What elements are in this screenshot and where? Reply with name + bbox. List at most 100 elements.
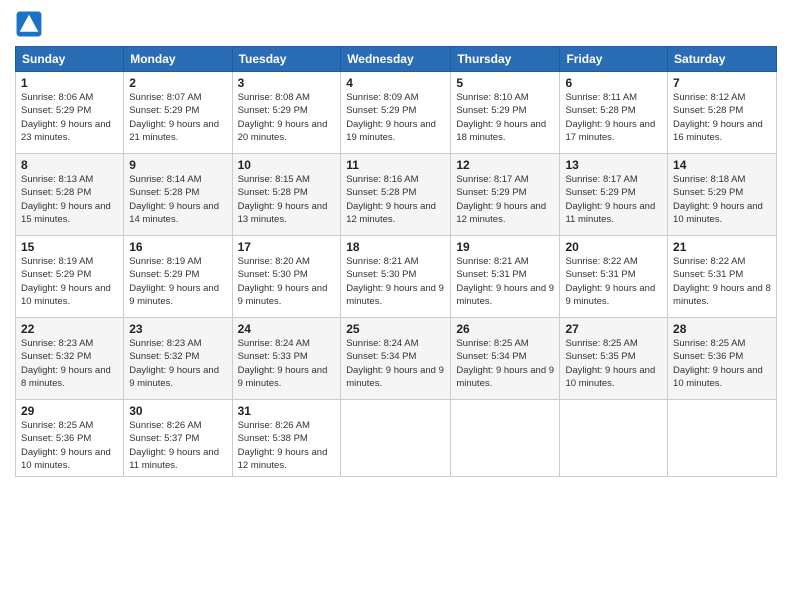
calendar-week-row: 22 Sunrise: 8:23 AMSunset: 5:32 PMDaylig… bbox=[16, 318, 777, 400]
day-number: 20 bbox=[565, 240, 662, 254]
day-detail: Sunrise: 8:14 AMSunset: 5:28 PMDaylight:… bbox=[129, 173, 226, 226]
day-detail: Sunrise: 8:26 AMSunset: 5:37 PMDaylight:… bbox=[129, 419, 226, 472]
day-number: 5 bbox=[456, 76, 554, 90]
day-number: 19 bbox=[456, 240, 554, 254]
logo bbox=[15, 10, 47, 38]
day-detail: Sunrise: 8:25 AMSunset: 5:36 PMDaylight:… bbox=[673, 337, 771, 390]
day-detail: Sunrise: 8:15 AMSunset: 5:28 PMDaylight:… bbox=[238, 173, 336, 226]
day-number: 29 bbox=[21, 404, 118, 418]
day-detail: Sunrise: 8:18 AMSunset: 5:29 PMDaylight:… bbox=[673, 173, 771, 226]
calendar-day-cell: 29 Sunrise: 8:25 AMSunset: 5:36 PMDaylig… bbox=[16, 400, 124, 477]
day-number: 24 bbox=[238, 322, 336, 336]
calendar-day-cell: 2 Sunrise: 8:07 AMSunset: 5:29 PMDayligh… bbox=[124, 72, 232, 154]
calendar-day-cell: 30 Sunrise: 8:26 AMSunset: 5:37 PMDaylig… bbox=[124, 400, 232, 477]
day-of-week-header: Monday bbox=[124, 47, 232, 72]
day-number: 21 bbox=[673, 240, 771, 254]
calendar-day-cell: 21 Sunrise: 8:22 AMSunset: 5:31 PMDaylig… bbox=[668, 236, 777, 318]
calendar-day-cell: 28 Sunrise: 8:25 AMSunset: 5:36 PMDaylig… bbox=[668, 318, 777, 400]
day-detail: Sunrise: 8:11 AMSunset: 5:28 PMDaylight:… bbox=[565, 91, 662, 144]
calendar-day-cell: 19 Sunrise: 8:21 AMSunset: 5:31 PMDaylig… bbox=[451, 236, 560, 318]
day-detail: Sunrise: 8:19 AMSunset: 5:29 PMDaylight:… bbox=[129, 255, 226, 308]
day-detail: Sunrise: 8:13 AMSunset: 5:28 PMDaylight:… bbox=[21, 173, 118, 226]
calendar-day-cell: 1 Sunrise: 8:06 AMSunset: 5:29 PMDayligh… bbox=[16, 72, 124, 154]
day-detail: Sunrise: 8:24 AMSunset: 5:34 PMDaylight:… bbox=[346, 337, 445, 390]
day-detail: Sunrise: 8:25 AMSunset: 5:34 PMDaylight:… bbox=[456, 337, 554, 390]
day-detail: Sunrise: 8:21 AMSunset: 5:30 PMDaylight:… bbox=[346, 255, 445, 308]
calendar-day-cell bbox=[560, 400, 668, 477]
day-number: 23 bbox=[129, 322, 226, 336]
calendar-day-cell: 27 Sunrise: 8:25 AMSunset: 5:35 PMDaylig… bbox=[560, 318, 668, 400]
calendar-day-cell: 5 Sunrise: 8:10 AMSunset: 5:29 PMDayligh… bbox=[451, 72, 560, 154]
day-number: 22 bbox=[21, 322, 118, 336]
day-detail: Sunrise: 8:25 AMSunset: 5:36 PMDaylight:… bbox=[21, 419, 118, 472]
calendar-day-cell: 9 Sunrise: 8:14 AMSunset: 5:28 PMDayligh… bbox=[124, 154, 232, 236]
calendar-day-cell bbox=[341, 400, 451, 477]
calendar-day-cell: 8 Sunrise: 8:13 AMSunset: 5:28 PMDayligh… bbox=[16, 154, 124, 236]
day-detail: Sunrise: 8:20 AMSunset: 5:30 PMDaylight:… bbox=[238, 255, 336, 308]
calendar-day-cell: 10 Sunrise: 8:15 AMSunset: 5:28 PMDaylig… bbox=[232, 154, 341, 236]
day-detail: Sunrise: 8:17 AMSunset: 5:29 PMDaylight:… bbox=[456, 173, 554, 226]
day-detail: Sunrise: 8:08 AMSunset: 5:29 PMDaylight:… bbox=[238, 91, 336, 144]
day-detail: Sunrise: 8:12 AMSunset: 5:28 PMDaylight:… bbox=[673, 91, 771, 144]
day-number: 13 bbox=[565, 158, 662, 172]
calendar-week-row: 8 Sunrise: 8:13 AMSunset: 5:28 PMDayligh… bbox=[16, 154, 777, 236]
calendar-day-cell: 17 Sunrise: 8:20 AMSunset: 5:30 PMDaylig… bbox=[232, 236, 341, 318]
day-of-week-header: Saturday bbox=[668, 47, 777, 72]
day-number: 11 bbox=[346, 158, 445, 172]
day-number: 30 bbox=[129, 404, 226, 418]
day-of-week-header: Sunday bbox=[16, 47, 124, 72]
calendar-week-row: 1 Sunrise: 8:06 AMSunset: 5:29 PMDayligh… bbox=[16, 72, 777, 154]
calendar-day-cell: 13 Sunrise: 8:17 AMSunset: 5:29 PMDaylig… bbox=[560, 154, 668, 236]
logo-icon bbox=[15, 10, 43, 38]
day-number: 3 bbox=[238, 76, 336, 90]
calendar-day-cell bbox=[451, 400, 560, 477]
day-number: 1 bbox=[21, 76, 118, 90]
calendar-day-cell: 23 Sunrise: 8:23 AMSunset: 5:32 PMDaylig… bbox=[124, 318, 232, 400]
calendar-day-cell: 15 Sunrise: 8:19 AMSunset: 5:29 PMDaylig… bbox=[16, 236, 124, 318]
calendar-day-cell: 11 Sunrise: 8:16 AMSunset: 5:28 PMDaylig… bbox=[341, 154, 451, 236]
day-detail: Sunrise: 8:06 AMSunset: 5:29 PMDaylight:… bbox=[21, 91, 118, 144]
day-number: 17 bbox=[238, 240, 336, 254]
day-detail: Sunrise: 8:24 AMSunset: 5:33 PMDaylight:… bbox=[238, 337, 336, 390]
calendar: SundayMondayTuesdayWednesdayThursdayFrid… bbox=[15, 46, 777, 477]
day-number: 16 bbox=[129, 240, 226, 254]
page: SundayMondayTuesdayWednesdayThursdayFrid… bbox=[0, 0, 792, 612]
day-number: 27 bbox=[565, 322, 662, 336]
day-number: 8 bbox=[21, 158, 118, 172]
day-detail: Sunrise: 8:16 AMSunset: 5:28 PMDaylight:… bbox=[346, 173, 445, 226]
calendar-day-cell: 7 Sunrise: 8:12 AMSunset: 5:28 PMDayligh… bbox=[668, 72, 777, 154]
day-number: 26 bbox=[456, 322, 554, 336]
day-detail: Sunrise: 8:19 AMSunset: 5:29 PMDaylight:… bbox=[21, 255, 118, 308]
day-detail: Sunrise: 8:22 AMSunset: 5:31 PMDaylight:… bbox=[565, 255, 662, 308]
calendar-day-cell: 6 Sunrise: 8:11 AMSunset: 5:28 PMDayligh… bbox=[560, 72, 668, 154]
day-detail: Sunrise: 8:21 AMSunset: 5:31 PMDaylight:… bbox=[456, 255, 554, 308]
day-number: 25 bbox=[346, 322, 445, 336]
calendar-day-cell: 31 Sunrise: 8:26 AMSunset: 5:38 PMDaylig… bbox=[232, 400, 341, 477]
day-number: 10 bbox=[238, 158, 336, 172]
day-detail: Sunrise: 8:26 AMSunset: 5:38 PMDaylight:… bbox=[238, 419, 336, 472]
day-number: 12 bbox=[456, 158, 554, 172]
day-of-week-header: Friday bbox=[560, 47, 668, 72]
calendar-day-cell: 16 Sunrise: 8:19 AMSunset: 5:29 PMDaylig… bbox=[124, 236, 232, 318]
day-detail: Sunrise: 8:22 AMSunset: 5:31 PMDaylight:… bbox=[673, 255, 771, 308]
calendar-day-cell: 4 Sunrise: 8:09 AMSunset: 5:29 PMDayligh… bbox=[341, 72, 451, 154]
day-detail: Sunrise: 8:17 AMSunset: 5:29 PMDaylight:… bbox=[565, 173, 662, 226]
day-detail: Sunrise: 8:23 AMSunset: 5:32 PMDaylight:… bbox=[129, 337, 226, 390]
calendar-day-cell: 22 Sunrise: 8:23 AMSunset: 5:32 PMDaylig… bbox=[16, 318, 124, 400]
day-of-week-header: Thursday bbox=[451, 47, 560, 72]
day-number: 14 bbox=[673, 158, 771, 172]
calendar-day-cell: 24 Sunrise: 8:24 AMSunset: 5:33 PMDaylig… bbox=[232, 318, 341, 400]
header bbox=[15, 10, 777, 38]
day-number: 6 bbox=[565, 76, 662, 90]
calendar-week-row: 29 Sunrise: 8:25 AMSunset: 5:36 PMDaylig… bbox=[16, 400, 777, 477]
day-detail: Sunrise: 8:09 AMSunset: 5:29 PMDaylight:… bbox=[346, 91, 445, 144]
day-detail: Sunrise: 8:25 AMSunset: 5:35 PMDaylight:… bbox=[565, 337, 662, 390]
calendar-header-row: SundayMondayTuesdayWednesdayThursdayFrid… bbox=[16, 47, 777, 72]
calendar-day-cell: 26 Sunrise: 8:25 AMSunset: 5:34 PMDaylig… bbox=[451, 318, 560, 400]
day-number: 31 bbox=[238, 404, 336, 418]
calendar-day-cell bbox=[668, 400, 777, 477]
calendar-day-cell: 12 Sunrise: 8:17 AMSunset: 5:29 PMDaylig… bbox=[451, 154, 560, 236]
day-number: 28 bbox=[673, 322, 771, 336]
day-number: 4 bbox=[346, 76, 445, 90]
day-number: 9 bbox=[129, 158, 226, 172]
